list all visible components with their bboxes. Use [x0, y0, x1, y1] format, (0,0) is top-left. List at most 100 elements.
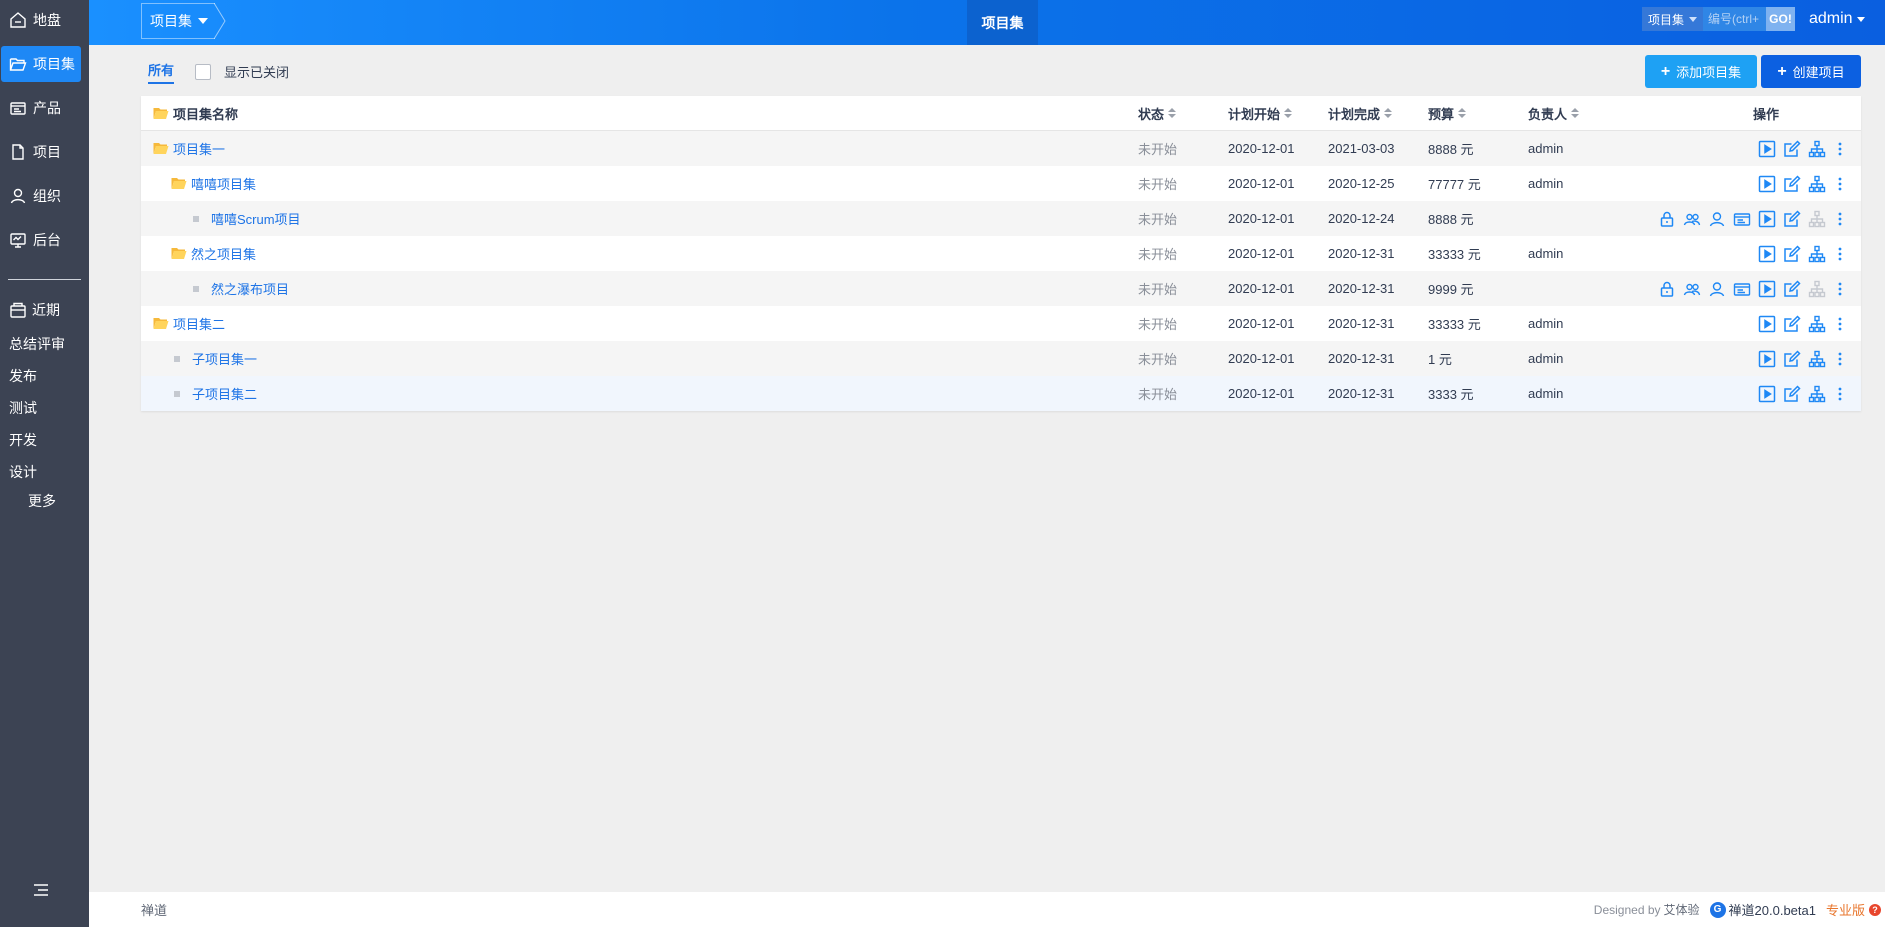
edit-icon[interactable] — [1782, 384, 1802, 404]
recent-item[interactable]: 总结评审 — [0, 328, 89, 360]
lock-icon[interactable] — [1657, 279, 1677, 299]
product-link-icon[interactable] — [1732, 279, 1752, 299]
row-budget: 3333 元 — [1428, 387, 1474, 402]
menu-collapse-icon[interactable] — [32, 881, 50, 899]
filter-tab-all[interactable]: 所有 — [148, 60, 174, 84]
row-name-link[interactable]: 然之瀑布项目 — [211, 279, 289, 298]
search-go-button[interactable]: GO! — [1766, 7, 1796, 31]
create-project-button[interactable]: + 创建项目 — [1761, 55, 1861, 88]
play-icon[interactable] — [1757, 279, 1777, 299]
show-closed-checkbox[interactable] — [195, 63, 211, 80]
row-name-link[interactable]: 项目集二 — [173, 314, 225, 333]
play-icon[interactable] — [1757, 314, 1777, 334]
play-icon[interactable] — [1757, 384, 1777, 404]
more-actions-icon[interactable] — [1833, 209, 1847, 229]
more-actions-icon[interactable] — [1833, 349, 1847, 369]
hierarchy-icon[interactable] — [1807, 139, 1827, 159]
row-name-link[interactable]: 然之项目集 — [191, 244, 256, 263]
help-icon[interactable]: ? — [1869, 903, 1881, 916]
edit-icon[interactable] — [1782, 349, 1802, 369]
hierarchy-icon[interactable] — [1807, 174, 1827, 194]
row-name-link[interactable]: 嘻嘻Scrum项目 — [211, 209, 301, 228]
header-tab-programs[interactable]: 项目集 — [967, 0, 1038, 45]
team-icon[interactable] — [1682, 279, 1702, 299]
user-icon[interactable] — [1707, 279, 1727, 299]
product-link-icon[interactable] — [1732, 209, 1752, 229]
row-owner: admin — [1528, 246, 1564, 261]
row-actions — [1628, 244, 1861, 264]
lock-icon[interactable] — [1657, 209, 1677, 229]
col-end-label: 计划完成 — [1328, 106, 1381, 122]
recent-item[interactable]: 测试 — [0, 392, 89, 424]
more-actions-icon[interactable] — [1833, 314, 1847, 334]
nav-item-home[interactable]: 地盘 — [1, 2, 81, 38]
hierarchy-icon[interactable] — [1807, 244, 1827, 264]
more-link[interactable]: 更多 — [0, 488, 89, 514]
row-name-link[interactable]: 子项目集一 — [192, 349, 257, 368]
more-actions-icon[interactable] — [1833, 244, 1847, 264]
nav-item-projects[interactable]: 项目 — [1, 134, 81, 170]
edit-icon[interactable] — [1782, 209, 1802, 229]
edit-icon[interactable] — [1782, 174, 1802, 194]
search-type-select[interactable]: 项目集 — [1642, 7, 1704, 31]
row-name-cell: 子项目集一 — [141, 349, 1138, 368]
play-icon[interactable] — [1757, 244, 1777, 264]
edit-icon[interactable] — [1782, 244, 1802, 264]
row-status: 未开始 — [1138, 177, 1178, 192]
show-closed-toggle[interactable]: 显示已关闭 — [195, 62, 289, 81]
edit-icon[interactable] — [1782, 279, 1802, 299]
nav-item-products[interactable]: 产品 — [1, 90, 81, 126]
more-actions-icon[interactable] — [1833, 279, 1847, 299]
edit-icon[interactable] — [1782, 139, 1802, 159]
recent-item[interactable]: 发布 — [0, 360, 89, 392]
breadcrumb-dropdown[interactable]: 项目集 — [141, 3, 215, 39]
recent-item[interactable]: 设计 — [0, 456, 89, 488]
col-name-header: 项目集名称 — [141, 104, 1138, 123]
more-actions-icon[interactable] — [1833, 174, 1847, 194]
nav-item-admin[interactable]: 后台 — [1, 222, 81, 258]
footer: 禅道 Designed by 艾体验 G 禅道20.0.beta1 专业版 ? — [89, 892, 1885, 927]
row-name-link[interactable]: 嘻嘻项目集 — [191, 174, 256, 193]
row-actions — [1628, 384, 1861, 404]
edit-icon[interactable] — [1782, 314, 1802, 334]
row-budget: 33333 元 — [1428, 247, 1481, 262]
more-actions-icon[interactable] — [1833, 384, 1847, 404]
col-budget-header[interactable]: 预算 — [1428, 104, 1528, 123]
team-icon[interactable] — [1682, 209, 1702, 229]
version-label[interactable]: 禅道20.0.beta1 — [1729, 900, 1816, 919]
nav-item-organization[interactable]: 组织 — [1, 178, 81, 214]
table-row: 子项目集一 未开始 2020-12-01 2020-12-31 1 元 admin — [141, 341, 1861, 376]
top-header: 项目集 项目集 项目集 GO! admin — [89, 0, 1885, 45]
col-owner-label: 负责人 — [1528, 106, 1568, 122]
more-actions-icon[interactable] — [1833, 139, 1847, 159]
play-icon[interactable] — [1757, 349, 1777, 369]
footer-brand[interactable]: 禅道 — [141, 900, 167, 919]
user-menu[interactable]: admin — [1809, 10, 1865, 28]
hierarchy-icon[interactable] — [1807, 314, 1827, 334]
search-input[interactable] — [1703, 7, 1767, 31]
nav-item-programs[interactable]: 项目集 — [1, 46, 81, 82]
edition-label[interactable]: 专业版 — [1826, 900, 1865, 919]
row-name-link[interactable]: 子项目集二 — [192, 384, 257, 403]
designer-company[interactable]: 艾体验 — [1664, 901, 1700, 918]
recent-item[interactable]: 开发 — [0, 424, 89, 456]
play-icon[interactable] — [1757, 209, 1777, 229]
row-owner: admin — [1528, 141, 1564, 156]
hierarchy-icon[interactable] — [1807, 349, 1827, 369]
play-icon[interactable] — [1757, 139, 1777, 159]
table-row: 嘻嘻Scrum项目 未开始 2020-12-01 2020-12-24 8888 元 — [141, 201, 1861, 236]
col-status-header[interactable]: 状态 — [1138, 104, 1228, 123]
add-program-button[interactable]: + 添加项目集 — [1645, 55, 1757, 88]
row-start-date: 2020-12-01 — [1228, 351, 1295, 366]
play-icon[interactable] — [1757, 174, 1777, 194]
col-owner-header[interactable]: 负责人 — [1528, 104, 1628, 123]
user-icon[interactable] — [1707, 209, 1727, 229]
row-name-link[interactable]: 项目集一 — [173, 139, 225, 158]
nav-label: 产品 — [33, 100, 61, 116]
col-start-header[interactable]: 计划开始 — [1228, 104, 1328, 123]
designed-by-label: Designed by — [1593, 902, 1661, 917]
caret-down-icon — [198, 18, 208, 24]
recent-header[interactable]: 近期 — [0, 298, 89, 322]
hierarchy-icon[interactable] — [1807, 384, 1827, 404]
col-end-header[interactable]: 计划完成 — [1328, 104, 1428, 123]
